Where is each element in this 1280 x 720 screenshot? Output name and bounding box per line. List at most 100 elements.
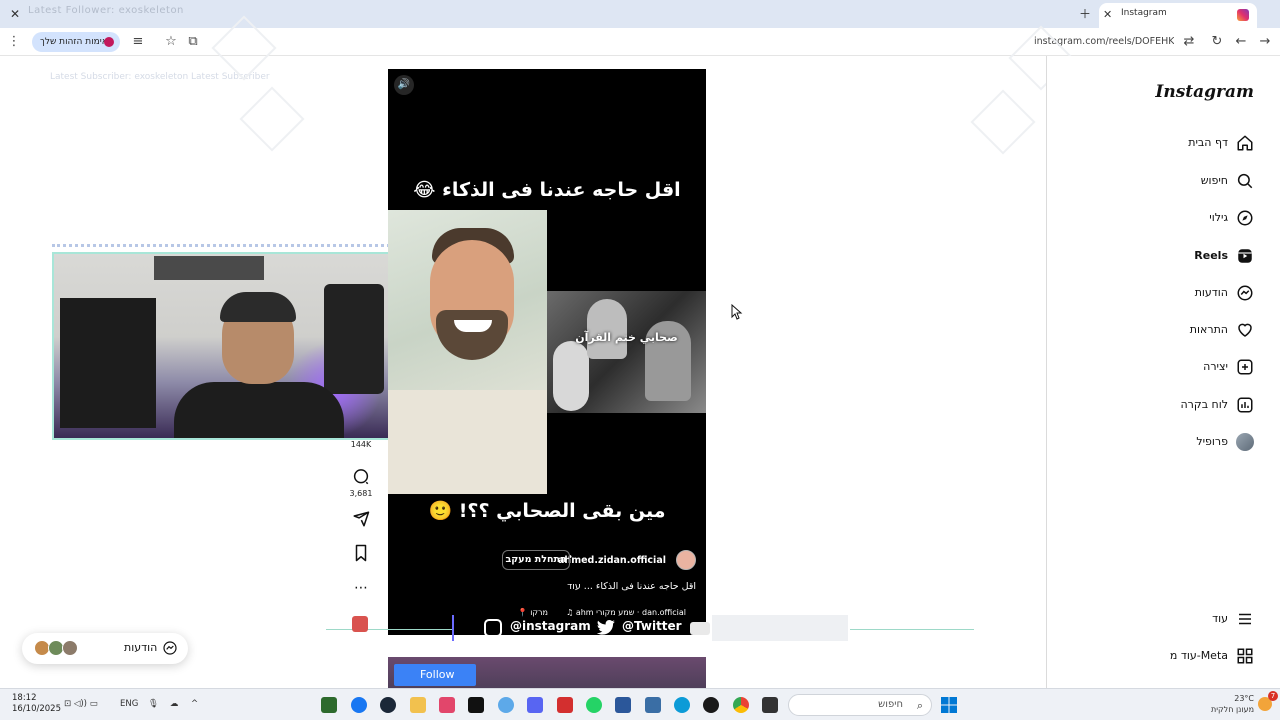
sidebar-item-profile[interactable]: פרופיל xyxy=(1054,431,1254,455)
audio-thumbnail[interactable] xyxy=(346,616,376,632)
search-icon xyxy=(1237,173,1253,189)
sidebar-item-label: לוח בקרה xyxy=(1180,398,1229,411)
terminal-icon[interactable] xyxy=(762,697,778,713)
edge-icon[interactable] xyxy=(674,697,690,713)
sidebar-item-dashboard[interactable]: לוח בקרה xyxy=(1054,394,1254,418)
menu-kebab-icon[interactable]: ⋮ xyxy=(6,34,22,50)
like-action[interactable]: 144K xyxy=(346,440,376,449)
comment-icon[interactable] xyxy=(352,468,370,486)
sidebar-item-reels[interactable]: Reels xyxy=(1054,245,1254,269)
reel-video[interactable]: 🔊 اقل حاجه عندنا فى الذكاء 😂 صحابي ختم ا… xyxy=(388,69,706,635)
weather-widget[interactable]: 23°C מעונן חלקית xyxy=(1211,693,1254,715)
messages-bubble[interactable]: הודעות xyxy=(22,633,188,664)
steam-icon[interactable] xyxy=(380,697,396,713)
sidebar-item-more[interactable]: עוד xyxy=(1054,608,1254,632)
new-tab-icon[interactable]: ＋ xyxy=(1078,7,1092,21)
reel-caption-bottom: مين بقى الصحابي ؟؟! 🙂 xyxy=(428,500,666,522)
reels-icon xyxy=(1238,249,1252,263)
sidebar-item-search[interactable]: חיפוש xyxy=(1054,170,1254,194)
sidebar-item-meta[interactable]: עוד מ-Meta xyxy=(1054,645,1254,669)
site-settings-icon[interactable]: ⇄ xyxy=(1181,34,1197,50)
discord-icon[interactable] xyxy=(527,697,543,713)
taskbar-clock[interactable]: 18:12 16/10/2025 xyxy=(12,693,61,715)
author-username[interactable]: ahmed.zidan.official xyxy=(558,555,666,566)
taskbar-search[interactable]: חיפוש ⌕ xyxy=(788,694,932,716)
app-a-icon[interactable] xyxy=(557,697,573,713)
sidebar-item-messages[interactable]: הודעות xyxy=(1054,282,1254,306)
app-circle-icon[interactable] xyxy=(498,697,514,713)
next-reel-preview[interactable]: Follow xyxy=(388,657,706,688)
sidebar-item-label: חיפוש xyxy=(1200,174,1228,187)
taskbar-app-icon[interactable] xyxy=(321,697,337,713)
reel-image-laughing-man xyxy=(388,210,547,494)
sidebar-item-notifications[interactable]: התראות xyxy=(1054,319,1254,343)
back-icon[interactable]: ← xyxy=(1233,34,1249,50)
follow-button[interactable]: התחלת מעקב xyxy=(502,550,570,570)
tray-cloud-icon[interactable]: ☁ xyxy=(170,699,179,709)
mute-icon[interactable]: 🔊 xyxy=(394,75,414,95)
whatsapp-icon[interactable] xyxy=(586,697,602,713)
tiktok-icon[interactable] xyxy=(468,697,484,713)
reel-description[interactable]: اقل حاجه عندنا فى الذكاء ... עוד xyxy=(567,581,696,592)
tiktok-studio-icon[interactable] xyxy=(439,697,455,713)
obs-icon[interactable] xyxy=(703,697,719,713)
reel-caption-top: اقل حاجه عندنا فى الذكاء 😂 xyxy=(413,179,681,201)
windows-start-icon[interactable] xyxy=(941,697,957,713)
facebook-icon[interactable] xyxy=(351,697,367,713)
language-indicator[interactable]: ENG xyxy=(120,699,138,709)
profile-verify-button[interactable]: אימות הזהות שלך xyxy=(32,32,120,52)
tray-icons[interactable]: ⊡ ◁)) ▭ xyxy=(64,699,98,709)
ghost-tab-text: Latest Follower: exoskeleton xyxy=(28,5,184,16)
ghost-gem-diamond xyxy=(970,89,1036,155)
plus-square-icon xyxy=(1237,359,1253,375)
sidebar-item-create[interactable]: יצירה xyxy=(1054,356,1254,380)
instagram-logo[interactable]: Instagram xyxy=(1155,82,1254,102)
close-window-icon[interactable]: ✕ xyxy=(8,7,22,21)
calculator-icon[interactable] xyxy=(615,697,631,713)
likes-count: 144K xyxy=(350,440,372,449)
instagram-icon xyxy=(484,619,502,637)
twitter-icon xyxy=(596,620,615,635)
file-explorer-icon[interactable] xyxy=(410,697,426,713)
tab-instagram[interactable]: ✕ Instagram xyxy=(1099,3,1257,28)
more-options-icon[interactable]: ⋯ xyxy=(346,580,376,596)
install-app-icon[interactable]: ⧉ xyxy=(185,34,201,50)
reel-inner-text: صحابي ختم القرآن xyxy=(575,331,678,344)
weather-desc: מעונן חלקית xyxy=(1210,705,1254,714)
share-action[interactable] xyxy=(346,510,376,531)
reel-author-row: ahmed.zidan.official • התחלת מעקב xyxy=(388,549,706,573)
messages-label: הודעות xyxy=(124,641,158,654)
messenger-icon xyxy=(163,641,177,655)
sidebar-item-explore[interactable]: גילוי xyxy=(1054,207,1254,231)
heart-icon xyxy=(1238,323,1252,337)
chrome-icon[interactable] xyxy=(733,697,749,713)
profile-verify-label: אימות הזהות שלך xyxy=(40,37,108,47)
author-avatar[interactable] xyxy=(676,550,696,570)
forward-icon[interactable]: → xyxy=(1257,34,1273,50)
bookmark-star-icon[interactable]: ☆ xyxy=(163,34,179,50)
sidebar-item-label: דף הבית xyxy=(1188,136,1228,149)
ghost-star-diamond xyxy=(239,86,305,152)
tray-chevron-icon[interactable]: ^ xyxy=(191,699,198,709)
sidebar-item-label: עוד מ-Meta xyxy=(1169,649,1228,662)
bookmark-icon[interactable] xyxy=(353,544,369,562)
hamburger-menu-icon xyxy=(1239,613,1251,625)
instagram-sidebar: Instagram דף הבית חיפוש גילוי Reels הודע… xyxy=(1046,56,1280,688)
save-action[interactable] xyxy=(346,544,376,565)
reload-icon[interactable]: ↻ xyxy=(1209,34,1225,50)
comments-count: 3,681 xyxy=(349,489,373,498)
sidebar-item-label: התראות xyxy=(1189,323,1228,336)
sidebar-item-home[interactable]: דף הבית xyxy=(1054,132,1254,156)
tray-mic-icon[interactable]: 🎙 xyxy=(148,699,159,709)
social-twitter-handle: @Twitter xyxy=(622,619,682,633)
extensions-icon[interactable]: ≡ xyxy=(130,34,146,50)
store-icon[interactable] xyxy=(645,697,661,713)
pc-tower xyxy=(60,298,156,428)
comment-action[interactable]: 3,681 xyxy=(346,468,376,498)
next-follow-button[interactable]: Follow xyxy=(394,664,476,686)
sidebar-item-label: הודעות xyxy=(1194,286,1228,299)
explore-icon xyxy=(1237,210,1253,226)
close-tab-icon[interactable]: ✕ xyxy=(1103,8,1112,21)
clock-date: 16/10/2025 xyxy=(12,704,61,714)
share-icon[interactable] xyxy=(352,510,370,528)
